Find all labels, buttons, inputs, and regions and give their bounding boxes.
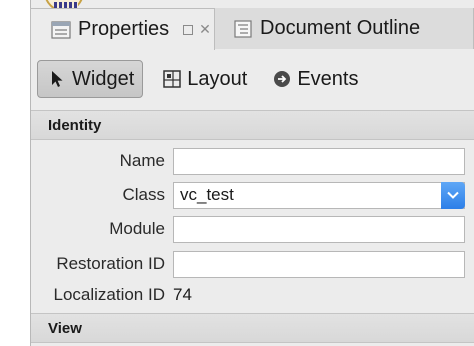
- tab-properties[interactable]: Properties ✕: [30, 8, 215, 50]
- name-label: Name: [119, 151, 165, 170]
- class-select[interactable]: vc_test: [173, 181, 465, 209]
- tab-document-outline[interactable]: Document Outline: [215, 8, 474, 49]
- class-label: Class: [122, 185, 165, 204]
- identity-section-header[interactable]: Identity: [31, 110, 474, 140]
- module-label: Module: [109, 219, 165, 238]
- properties-icon: [51, 20, 71, 39]
- localization-row: Localization ID 74: [31, 279, 474, 311]
- class-value: vc_test: [180, 185, 234, 204]
- localization-label: Localization ID: [53, 285, 165, 304]
- module-row: Module: [31, 213, 474, 245]
- subtab-events[interactable]: Events: [267, 60, 364, 98]
- name-field[interactable]: [173, 147, 465, 175]
- subtab-events-label: Events: [297, 67, 359, 90]
- restoration-row: Restoration ID: [31, 248, 474, 280]
- subtab-layout-label: Layout: [187, 67, 248, 90]
- document-outline-icon: [233, 19, 253, 38]
- restoration-id-field[interactable]: [173, 250, 465, 278]
- tab-document-outline-label: Document Outline: [260, 17, 421, 39]
- name-row: Name: [31, 145, 474, 177]
- tab-properties-label: Properties: [78, 18, 170, 40]
- close-icon[interactable]: ✕: [199, 21, 211, 38]
- view-section-header[interactable]: View: [31, 313, 474, 343]
- chevron-down-icon[interactable]: [441, 181, 465, 209]
- tab-bar: Properties ✕ Document Outline: [30, 8, 474, 50]
- localization-id-value: 74: [173, 285, 192, 304]
- restoration-label: Restoration ID: [56, 254, 165, 273]
- maximize-icon[interactable]: [183, 24, 194, 35]
- class-row: Class vc_test: [31, 179, 474, 211]
- subtab-widget[interactable]: Widget: [37, 60, 144, 98]
- subtab-bar: Widget Layout Events: [37, 58, 364, 100]
- subtab-layout[interactable]: Layout: [157, 60, 253, 98]
- pointer-icon: [48, 70, 66, 88]
- subtab-widget-label: Widget: [72, 67, 135, 90]
- layout-icon: [163, 70, 181, 88]
- events-icon: [273, 70, 291, 88]
- module-field[interactable]: [173, 215, 465, 243]
- app-logo: [44, 0, 84, 8]
